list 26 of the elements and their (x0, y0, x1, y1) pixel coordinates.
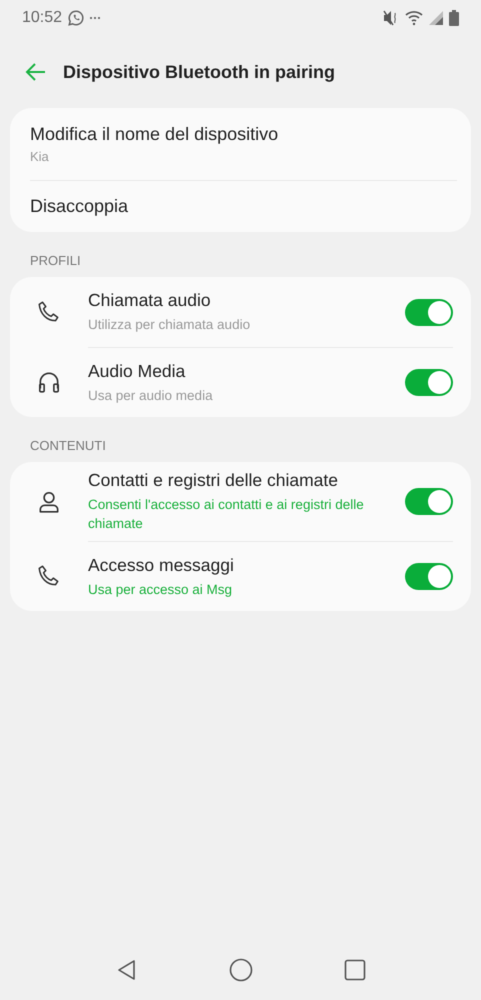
toggle-switch[interactable] (405, 298, 453, 326)
row-summary: Usa per audio media (88, 386, 214, 404)
page-title: Dispositivo Bluetooth in pairing (63, 62, 335, 82)
settings-row[interactable]: Disaccoppia (30, 180, 457, 232)
settings-row[interactable]: Modifica il nome del dispositivo Kia (10, 108, 457, 180)
battery-icon (449, 10, 459, 26)
row-title: Audio Media (88, 360, 186, 382)
row-title: Chiamata audio (88, 290, 212, 311)
toggle-switch[interactable] (405, 369, 453, 396)
section-heading: PROFILI (29, 252, 82, 270)
section-heading: CONTENUTI (29, 437, 107, 455)
wifi-icon (405, 10, 423, 26)
chat-bubble-icon (67, 9, 86, 27)
status-time: 10:52 (22, 9, 62, 27)
row-summary: Usa per accesso ai Msg (88, 580, 234, 598)
signal-icon (429, 11, 443, 25)
toggle-switch[interactable] (405, 488, 453, 515)
toggle-switch[interactable] (405, 563, 453, 590)
more-dots-icon (90, 15, 100, 21)
back-triangle-icon[interactable] (116, 959, 138, 981)
row-title: Contatti e registri delle chiamate (88, 470, 339, 491)
row-title: Accesso messaggi (88, 554, 235, 576)
home-circle-icon[interactable] (228, 958, 252, 982)
row-summary: Consenti l'accesso ai contatti e ai registri delle chiamate (88, 496, 365, 533)
recents-square-icon[interactable] (344, 959, 366, 981)
row-summary: Utilizza per chiamata audio (88, 316, 252, 334)
